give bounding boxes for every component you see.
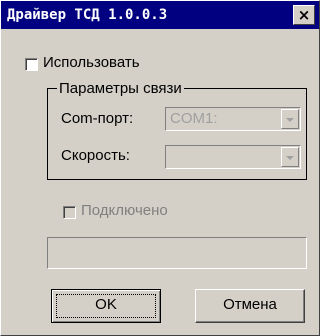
- use-checkbox-label[interactable]: Использовать: [43, 54, 140, 71]
- close-icon: ×: [297, 6, 311, 24]
- speed-dropdown-arrow-icon[interactable]: [281, 147, 299, 167]
- cancel-button[interactable]: Отмена: [195, 289, 305, 323]
- window-title: Драйвер ТСД 1.0.0.3: [7, 7, 168, 23]
- title-bar: Драйвер ТСД 1.0.0.3 ×: [1, 1, 319, 29]
- connection-settings-title: Параметры связи: [57, 80, 184, 97]
- speed-label: Скорость:: [61, 147, 130, 164]
- com-port-label: Com-порт:: [61, 110, 134, 127]
- connected-checkbox-label: Подключено: [81, 202, 168, 219]
- com-port-select[interactable]: COM1:: [165, 107, 301, 131]
- use-checkbox[interactable]: [25, 58, 38, 71]
- connected-checkbox[interactable]: [63, 206, 76, 219]
- ok-button-label: OK: [95, 296, 117, 313]
- dialog-window: Драйвер ТСД 1.0.0.3 × Использовать Парам…: [0, 0, 320, 336]
- ok-button[interactable]: OK: [51, 289, 161, 323]
- com-port-value: COM1:: [170, 110, 218, 127]
- speed-select[interactable]: [165, 145, 301, 169]
- com-port-dropdown-arrow-icon[interactable]: [281, 109, 299, 129]
- close-button[interactable]: ×: [293, 5, 315, 25]
- cancel-button-label: Отмена: [223, 296, 277, 313]
- status-field: [47, 237, 307, 269]
